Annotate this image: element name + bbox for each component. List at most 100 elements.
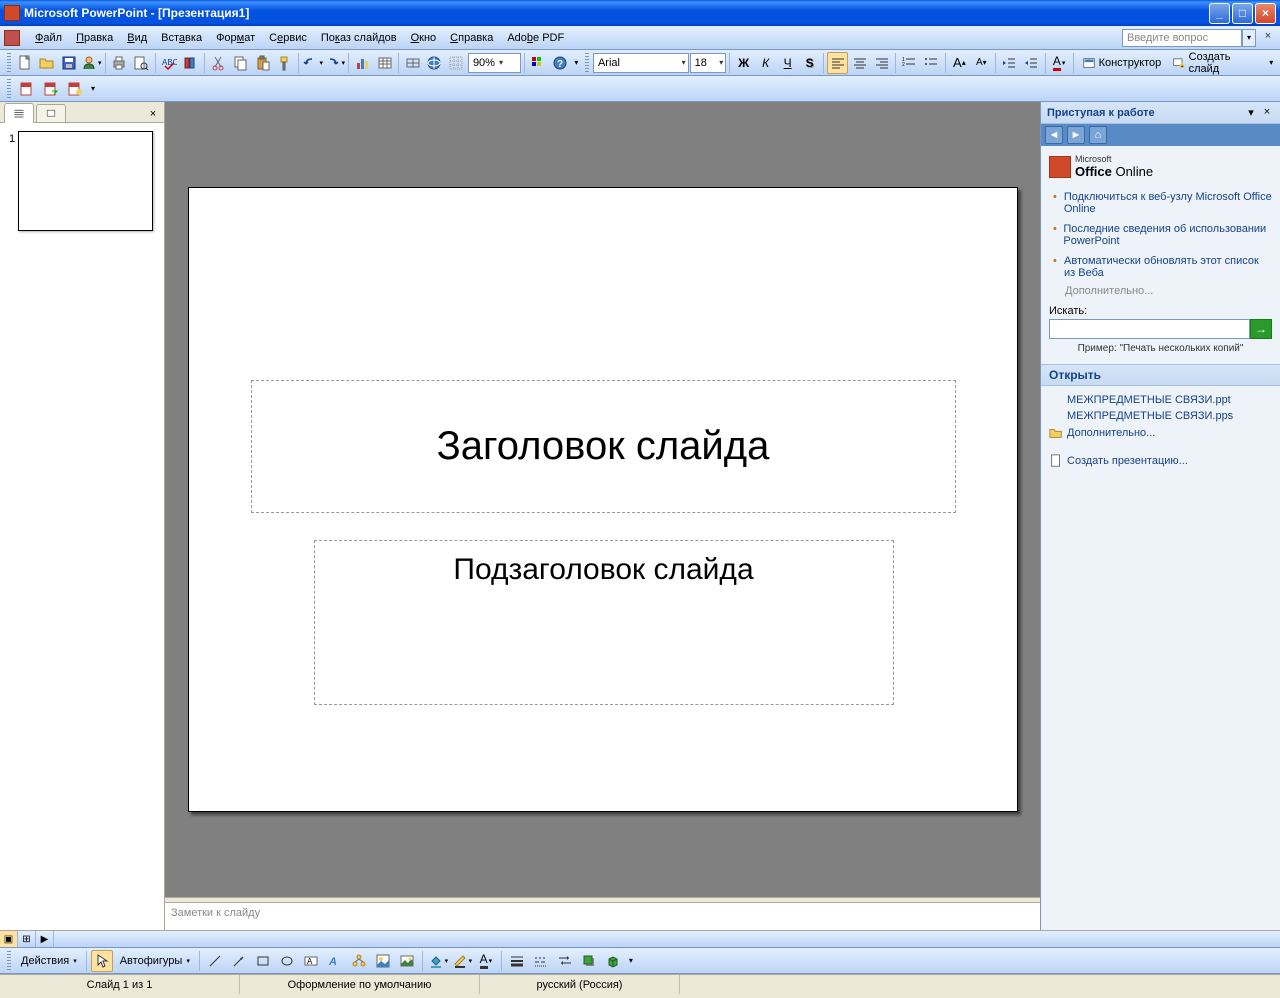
pdf-review-button[interactable] [64,78,86,100]
create-presentation[interactable]: Создать презентацию... [1049,452,1272,470]
toolbar-options-button[interactable]: ▾ [88,78,98,100]
nav-forward-button[interactable]: ► [1067,126,1085,144]
menu-adobepdf[interactable]: Adobe PDF [500,30,571,46]
underline-button[interactable]: Ч [777,52,798,74]
zoom-combo[interactable]: 90%▾ [468,53,521,73]
spelling-button[interactable]: ABC [159,52,180,74]
shadow-button[interactable]: S [799,52,820,74]
fill-color-button[interactable]: ▾ [427,950,449,972]
menu-format[interactable]: Формат [209,30,262,46]
pdf-email-button[interactable] [40,78,62,100]
wordart-button[interactable]: A [324,950,346,972]
open-button[interactable] [37,52,58,74]
chart-button[interactable] [352,52,373,74]
menu-view[interactable]: Вид [120,30,154,46]
rectangle-button[interactable] [252,950,274,972]
search-go-button[interactable]: → [1250,319,1272,339]
thumbnail-list[interactable]: 1 [0,123,164,930]
link-more[interactable]: Дополнительно... [1049,285,1272,297]
outline-close-button[interactable]: × [146,108,160,122]
bold-button[interactable]: Ж [733,52,754,74]
task-pane-close[interactable]: × [1260,106,1274,120]
design-button[interactable]: Конструктор [1077,52,1167,74]
nav-back-button[interactable]: ◄ [1045,126,1063,144]
autoshapes-menu[interactable]: Автофигуры▾ [115,950,195,972]
shadow-style-button[interactable] [578,950,600,972]
line-color-button[interactable]: ▾ [451,950,473,972]
outline-tab-outline[interactable] [36,104,66,122]
line-button[interactable] [204,950,226,972]
font-name-combo[interactable]: Arial▾ [593,53,689,73]
subtitle-placeholder[interactable]: Подзаголовок слайда [314,540,894,705]
toolbar-grip[interactable] [7,53,11,73]
minimize-button[interactable]: _ [1209,3,1230,24]
help-button[interactable]: ? [550,52,571,74]
toolbar-grip[interactable] [7,951,11,971]
clipart-button[interactable] [372,950,394,972]
toolbar-options-button[interactable]: ▾ [1266,52,1276,74]
link-auto-update[interactable]: Автоматически обновлять этот список из В… [1064,255,1272,279]
normal-view-button[interactable]: ▣ [0,931,18,947]
slide-canvas[interactable]: Заголовок слайда Подзаголовок слайда [165,102,1040,897]
toolbar-options-button[interactable]: ▾ [572,52,582,74]
3d-style-button[interactable] [602,950,624,972]
menu-file[interactable]: Файл [28,30,69,46]
save-button[interactable] [59,52,80,74]
font-color-button[interactable]: A▾ [1049,52,1070,74]
task-pane-dropdown[interactable]: ▾ [1244,106,1258,120]
notes-pane[interactable]: Заметки к слайду [165,902,1040,930]
title-placeholder[interactable]: Заголовок слайда [251,380,956,513]
format-painter-button[interactable] [274,52,295,74]
menu-insert[interactable]: Вставка [154,30,209,46]
font-color-drawing-button[interactable]: A▾ [475,950,497,972]
select-objects-button[interactable] [91,950,113,972]
research-button[interactable] [181,52,202,74]
print-button[interactable] [109,52,130,74]
line-style-button[interactable] [506,950,528,972]
color-button[interactable] [528,52,549,74]
picture-button[interactable] [396,950,418,972]
hyperlink-button[interactable] [424,52,445,74]
italic-button[interactable]: К [755,52,776,74]
align-right-button[interactable] [871,52,892,74]
slide[interactable]: Заголовок слайда Подзаголовок слайда [188,187,1018,812]
thumbnail-preview[interactable] [18,131,153,231]
arrow-button[interactable] [228,950,250,972]
bullets-button[interactable] [921,52,942,74]
textbox-button[interactable]: A [300,950,322,972]
help-search-dropdown[interactable]: ▾ [1242,29,1256,47]
new-button[interactable] [15,52,36,74]
undo-button[interactable]: ▾ [302,52,323,74]
mdi-close-button[interactable]: × [1260,30,1276,46]
decrease-indent-button[interactable] [999,52,1020,74]
menu-tools[interactable]: Сервис [262,30,314,46]
open-more[interactable]: Дополнительно... [1049,424,1272,442]
redo-button[interactable]: ▾ [324,52,345,74]
link-connect-online[interactable]: Подключиться к веб-узлу Microsoft Office… [1064,191,1272,215]
help-search-input[interactable] [1122,29,1242,47]
outline-tab-slides[interactable] [4,103,34,123]
recent-file-2[interactable]: МЕЖПРЕДМЕТНЫЕ СВЯЗИ.pps [1049,408,1272,424]
cut-button[interactable] [208,52,229,74]
increase-font-button[interactable]: A▴ [949,52,970,74]
permission-button[interactable]: ▾ [81,52,102,74]
recent-file-1[interactable]: МЕЖПРЕДМЕТНЫЕ СВЯЗИ.ppt [1049,392,1272,408]
toolbar-grip[interactable] [585,53,589,73]
decrease-font-button[interactable]: A▾ [971,52,992,74]
doc-icon[interactable] [4,30,20,46]
font-size-combo[interactable]: 18▾ [690,53,727,73]
copy-button[interactable] [230,52,251,74]
menu-slideshow[interactable]: Показ слайдов [314,30,404,46]
thumbnail-item[interactable]: 1 [6,131,158,231]
search-input[interactable] [1049,319,1250,339]
arrow-style-button[interactable] [554,950,576,972]
nav-home-button[interactable]: ⌂ [1089,126,1107,144]
menu-edit[interactable]: Правка [69,30,120,46]
paste-button[interactable] [252,52,273,74]
align-center-button[interactable] [849,52,870,74]
toolbar-grip[interactable] [7,79,11,99]
sorter-view-button[interactable]: ⊞ [18,931,36,947]
actions-menu[interactable]: Действия▾ [16,950,82,972]
new-slide-button[interactable]: +Создать слайд [1167,52,1265,74]
tables-borders-button[interactable] [402,52,423,74]
